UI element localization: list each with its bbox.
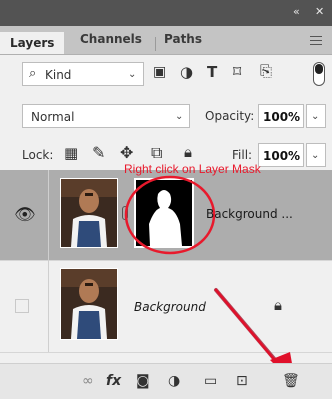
fx-layer-style-icon[interactable]: fx	[106, 373, 121, 389]
visibility-column	[0, 260, 49, 352]
filter-toggle-knob	[315, 64, 323, 74]
lock-transparent-pixels-icon[interactable]: ▦	[64, 144, 78, 162]
adjustment-layer-icon[interactable]: ◑	[168, 373, 180, 389]
eye-icon[interactable]: 👁︎	[14, 205, 36, 225]
panel-menu-icon[interactable]	[310, 36, 322, 45]
lock-icon: 🔒︎	[274, 296, 282, 314]
close-icon[interactable]: ✕	[315, 5, 324, 18]
panel-title-bar: « ✕	[0, 0, 332, 26]
filter-kind-dropdown[interactable]: ⌕ Kind ⌄	[22, 62, 144, 86]
blend-mode-value: Normal	[31, 110, 75, 124]
collapse-icon[interactable]: «	[293, 5, 300, 18]
adjustment-layer-filter-icon[interactable]: ◑	[180, 63, 193, 81]
fill-value: 100%	[263, 149, 301, 163]
layer-name[interactable]: Background ...	[206, 207, 293, 221]
lock-position-icon[interactable]: ✥	[120, 143, 133, 162]
opacity-input[interactable]: 100%	[258, 104, 304, 128]
panel-tabs: Layers Channels Paths	[0, 26, 332, 55]
delete-layer-icon[interactable]: 🗑︎	[282, 373, 300, 389]
opacity-dropdown-button[interactable]: ⌄	[306, 104, 326, 128]
visibility-toggle-empty[interactable]	[15, 299, 29, 313]
add-layer-mask-icon[interactable]: ◙	[136, 373, 150, 389]
tab-paths[interactable]: Paths	[164, 32, 202, 46]
lock-label: Lock:	[22, 148, 54, 162]
chevron-down-icon: ⌄	[311, 150, 320, 161]
link-layers-icon[interactable]: ∞	[82, 373, 94, 389]
lock-artboard-icon[interactable]: ⧉	[151, 143, 162, 163]
layers-panel: « ✕ Layers Channels Paths ⌕ Kind ⌄ ▣ ◑ T…	[0, 0, 332, 399]
layer-thumbnail[interactable]	[60, 178, 118, 248]
layer-row-background[interactable]: Background 🔒︎	[0, 260, 332, 353]
filter-kind-label: Kind	[45, 68, 72, 82]
chevron-down-icon: ⌄	[175, 111, 184, 122]
blend-mode-dropdown[interactable]: Normal ⌄	[22, 104, 190, 128]
layer-row-background-copy[interactable]: 👁︎ Background ...	[0, 170, 332, 261]
layer-name[interactable]: Background	[134, 300, 206, 314]
chevron-down-icon: ⌄	[128, 69, 137, 80]
filter-toggle-switch[interactable]	[313, 62, 325, 86]
search-icon: ⌕	[29, 66, 37, 81]
smart-object-filter-icon[interactable]: ⎘	[260, 62, 272, 80]
lock-image-pixels-icon[interactable]: ✎	[92, 143, 105, 162]
fill-input[interactable]: 100%	[258, 143, 304, 167]
new-layer-icon[interactable]: ⊡	[236, 373, 248, 389]
new-group-icon[interactable]: ▭	[204, 373, 217, 389]
tab-layers[interactable]: Layers	[0, 32, 65, 54]
shape-layer-filter-icon[interactable]: ⌑	[233, 62, 241, 81]
fill-dropdown-button[interactable]: ⌄	[306, 143, 326, 167]
lock-all-icon[interactable]: 🔒︎	[184, 143, 192, 161]
annotation-circle	[124, 175, 216, 255]
layers-list: 👁︎ Background ... Background 🔒︎	[0, 170, 332, 360]
pixel-layer-filter-icon[interactable]: ▣	[153, 64, 166, 80]
portrait-image	[61, 269, 117, 339]
portrait-image	[61, 179, 117, 247]
visibility-column: 👁︎	[0, 170, 49, 260]
tab-separator	[155, 37, 156, 51]
layer-thumbnail[interactable]	[60, 268, 118, 340]
type-layer-filter-icon[interactable]: T	[207, 63, 217, 81]
opacity-value: 100%	[263, 110, 301, 124]
opacity-label: Opacity:	[205, 109, 255, 123]
layers-bottom-toolbar: ∞ fx ◙ ◑ ▭ ⊡ 🗑︎	[0, 363, 332, 399]
fill-label: Fill:	[232, 148, 253, 162]
annotation-label: Right click on Layer Mask	[124, 162, 261, 176]
tab-channels[interactable]: Channels	[80, 32, 142, 46]
chevron-down-icon: ⌄	[311, 111, 320, 122]
